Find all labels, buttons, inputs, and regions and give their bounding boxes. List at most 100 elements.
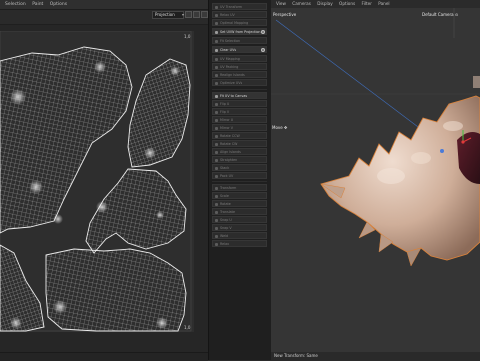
- weld-icon: [214, 234, 218, 238]
- viewport-3d[interactable]: Perspective Default Camera ⊙ Move ✥: [271, 8, 480, 352]
- uv-layout: 1,0 1,0: [0, 31, 192, 332]
- mapping-icon: [214, 21, 218, 25]
- uv-island[interactable]: [127, 58, 191, 168]
- tool-rotate-ccw[interactable]: Rotate CCW: [212, 132, 267, 139]
- uv-map-icon: [214, 57, 218, 61]
- divider: [212, 181, 267, 182]
- tool-rotate[interactable]: Rotate: [212, 200, 267, 207]
- align-icon: [214, 73, 218, 77]
- tool-scale[interactable]: Scale: [212, 192, 267, 199]
- tool-rotate-cw[interactable]: Rotate CW: [212, 140, 267, 147]
- tool-relax-uv[interactable]: Relax UV: [212, 11, 267, 18]
- rotate-icon: [214, 202, 218, 206]
- tool-transform[interactable]: Transform: [212, 184, 267, 191]
- move-icon: ✥: [284, 125, 288, 130]
- menu-filter[interactable]: Filter: [362, 1, 372, 6]
- tool-mirror-u[interactable]: Mirror U: [212, 116, 267, 123]
- stack-icon: [214, 166, 218, 170]
- uv-canvas[interactable]: 1,0 1,0: [0, 31, 194, 332]
- uv-tools-panel: UV Transform Relax UV Optimal Mapping Se…: [208, 0, 272, 360]
- optimize-icon: [214, 81, 218, 85]
- tool-fit-selection[interactable]: Fit Selection: [212, 37, 267, 44]
- scale-icon: [214, 194, 218, 198]
- tool-straighten[interactable]: Straighten: [212, 156, 267, 163]
- uv-menubar: Selection Paint Options: [0, 0, 208, 10]
- viewport-panel: View Cameras Display Options Filter Pane…: [271, 0, 480, 360]
- move-icon: [214, 210, 218, 214]
- chevron-down-icon: ▾: [182, 12, 185, 17]
- snap-icon: [214, 226, 218, 230]
- snap-icon: [214, 218, 218, 222]
- menu-display[interactable]: Display: [317, 1, 332, 6]
- transform-icon: [214, 5, 218, 9]
- set-uvw-from-projection-button[interactable]: Set UVW from Projection ⚙: [212, 28, 267, 35]
- scene-render: [271, 8, 480, 352]
- uv-toolbar: Projection ▾: [0, 10, 208, 25]
- tool-clear-uvs[interactable]: Clear UVs ⚙: [212, 46, 267, 53]
- transform-icon: [214, 186, 218, 190]
- rotate-cw-icon: [214, 142, 218, 146]
- menu-options[interactable]: Options: [50, 2, 67, 7]
- viewport-status-bar: New Transform: Same: [271, 352, 480, 360]
- fit-icon: [214, 39, 218, 43]
- uv-corner-bottom-right: 1,0: [184, 325, 191, 330]
- tool-snap-u[interactable]: Snap U: [212, 216, 267, 223]
- straighten-icon: [214, 158, 218, 162]
- menu-cameras[interactable]: Cameras: [292, 1, 311, 6]
- menu-selection[interactable]: Selection: [5, 2, 26, 7]
- tool-weld[interactable]: Weld: [212, 232, 267, 239]
- projection-icon: [214, 30, 218, 34]
- mirror-v-icon: [214, 126, 218, 130]
- gear-icon[interactable]: ⚙: [261, 29, 265, 34]
- tool-translate[interactable]: Translate: [212, 208, 267, 215]
- divider: [212, 89, 267, 90]
- flip-u-icon: [214, 102, 218, 106]
- tool-optimize-uvs[interactable]: Optimize UVs: [212, 79, 267, 86]
- tool-optimal-mapping[interactable]: Optimal Mapping: [212, 19, 267, 26]
- mirror-u-icon: [214, 118, 218, 122]
- camera-icon: ⊙: [454, 12, 459, 17]
- tool-pack-uv[interactable]: Pack UV: [212, 172, 267, 179]
- tool-relax[interactable]: Relax: [212, 240, 267, 247]
- relax-icon: [214, 13, 218, 17]
- tool-flip-u[interactable]: Flip U: [212, 100, 267, 107]
- menu-view[interactable]: View: [276, 1, 286, 6]
- uv-editor-panel: Selection Paint Options Projection ▾ 1,0…: [0, 0, 208, 361]
- viewport-camera-label[interactable]: Default Camera ⊙: [422, 12, 458, 17]
- canvas-icon: [214, 94, 218, 98]
- uv-island[interactable]: [85, 168, 187, 254]
- grid-toggle-button[interactable]: [185, 11, 192, 18]
- uv-island[interactable]: [45, 248, 187, 332]
- projection-mode-dropdown[interactable]: Projection ▾: [152, 11, 184, 19]
- gear-icon[interactable]: ⚙: [261, 47, 265, 52]
- menu-options[interactable]: Options: [339, 1, 355, 6]
- snap-toggle-button[interactable]: [193, 11, 200, 18]
- tool-mirror-v[interactable]: Mirror V: [212, 124, 267, 131]
- tool-uv-packing[interactable]: UV Packing: [212, 63, 267, 70]
- fit-uv-to-canvas-button[interactable]: Fit UV to Canvas: [212, 92, 267, 99]
- relax-icon: [214, 242, 218, 246]
- active-tool-label: Move ✥: [272, 125, 287, 130]
- tool-align-islands[interactable]: Align Islands: [212, 148, 267, 155]
- pack-icon: [214, 65, 218, 69]
- clear-icon: [214, 48, 218, 52]
- rotate-ccw-icon: [214, 134, 218, 138]
- tool-uv-mapping[interactable]: UV Mapping: [212, 55, 267, 62]
- camera-label: Default Camera: [422, 12, 454, 17]
- flip-v-icon: [214, 110, 218, 114]
- tool-flip-v[interactable]: Flip V: [212, 108, 267, 115]
- viewport-perspective-label[interactable]: Perspective: [273, 12, 296, 17]
- menu-paint[interactable]: Paint: [32, 2, 43, 7]
- settings-button[interactable]: [201, 11, 208, 18]
- tool-stack[interactable]: Stack: [212, 164, 267, 171]
- projection-mode-label: Projection: [155, 12, 175, 17]
- menu-panel[interactable]: Panel: [378, 1, 389, 6]
- tool-uv-transform[interactable]: UV Transform: [212, 3, 267, 10]
- tool-realign-islands[interactable]: Realign Islands: [212, 71, 267, 78]
- pack-icon: [214, 174, 218, 178]
- uv-island[interactable]: [0, 244, 45, 332]
- active-tool-text: Move: [272, 125, 283, 130]
- tool-snap-v[interactable]: Snap V: [212, 224, 267, 231]
- align-icon: [214, 150, 218, 154]
- uv-corner-top-right: 1,0: [184, 34, 191, 39]
